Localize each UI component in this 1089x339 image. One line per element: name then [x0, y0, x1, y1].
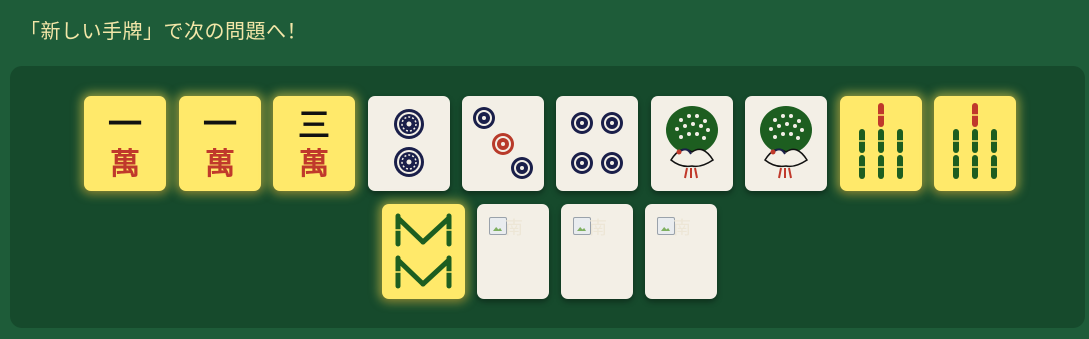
peacock-icon	[666, 106, 718, 179]
tile-character: 萬	[110, 147, 140, 182]
tile-man-3[interactable]: 三 萬	[273, 96, 355, 191]
souzu-7-icon	[858, 103, 904, 179]
pinzu-2-icon	[394, 109, 424, 177]
tile-alt-text: 南	[673, 218, 691, 239]
pinzu-3-icon	[473, 107, 533, 179]
instruction-text: 「新しい手牌」で次の問題へ！	[20, 19, 307, 43]
pinzu-4-icon	[571, 112, 623, 174]
tile-sou-1[interactable]	[745, 96, 827, 191]
peacock-icon	[760, 106, 812, 179]
tile-numeral: 三	[298, 106, 330, 144]
tile-sou-1[interactable]	[651, 96, 733, 191]
tile-character: 萬	[299, 147, 329, 182]
tile-sou-8[interactable]	[382, 204, 465, 299]
tile-man-1[interactable]: 一 萬	[84, 96, 166, 191]
tile-alt-text: 南	[505, 218, 523, 239]
manzu-tile-icon: 三 萬	[298, 106, 330, 182]
souzu-8-icon	[394, 213, 453, 289]
tile-numeral: 一	[203, 105, 237, 145]
tile-pin-4[interactable]	[556, 96, 638, 191]
manzu-tile-icon: 一 萬	[108, 105, 142, 182]
tile-south-wind[interactable]: 南	[561, 204, 633, 299]
tile-pin-2[interactable]	[368, 96, 450, 191]
tile-sou-7[interactable]	[840, 96, 922, 191]
tile-pin-3[interactable]	[462, 96, 544, 191]
tile-south-wind[interactable]: 南	[477, 204, 549, 299]
tile-south-wind[interactable]: 南	[645, 204, 717, 299]
tile-sou-7[interactable]	[934, 96, 1016, 191]
tile-character: 萬	[205, 147, 235, 182]
manzu-tile-icon: 一 萬	[203, 105, 237, 182]
tile-man-1[interactable]: 一 萬	[179, 96, 261, 191]
tile-alt-text: 南	[589, 218, 607, 239]
souzu-7-icon	[952, 103, 998, 179]
tile-numeral: 一	[108, 105, 142, 145]
